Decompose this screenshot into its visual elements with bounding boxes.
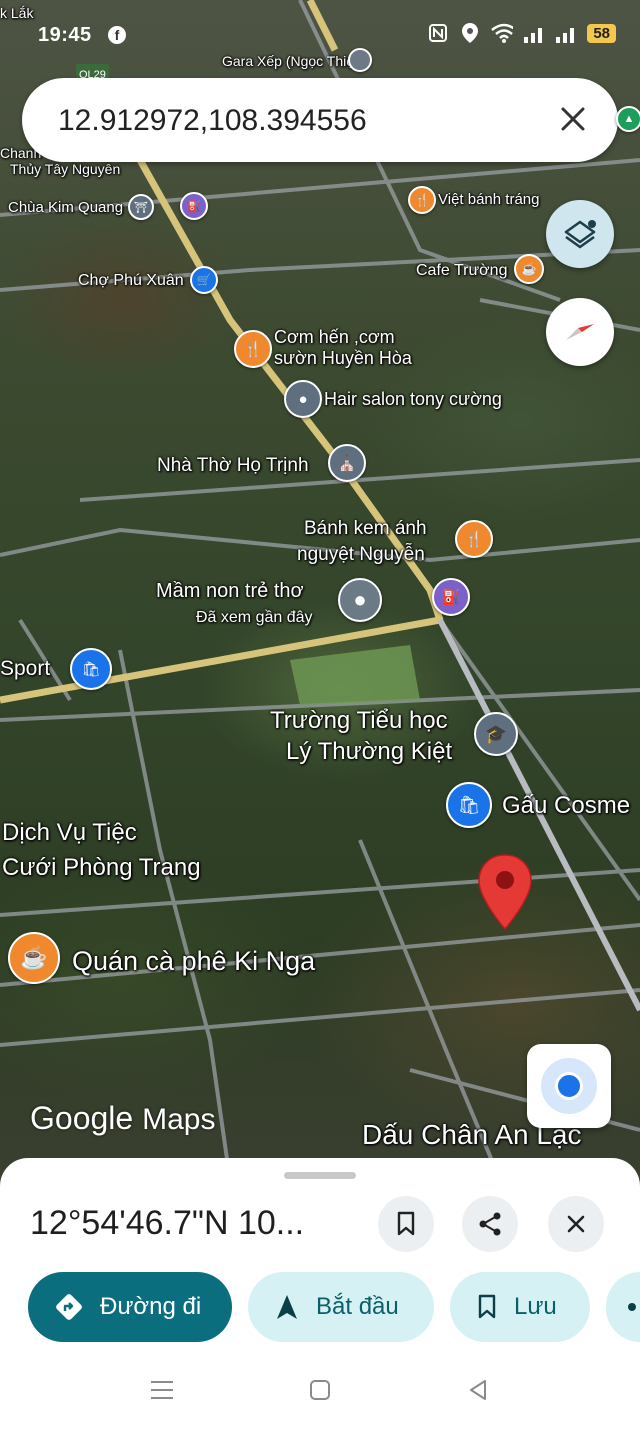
map-label-hair-salon[interactable]: Hair salon tony cường (324, 388, 502, 410)
compass-button[interactable] (546, 298, 614, 366)
gas-station-icon[interactable]: ⛽ (432, 578, 470, 616)
restaurant-icon[interactable]: 🍴 (408, 186, 436, 214)
place-bottom-sheet[interactable]: 12°54'46.7"N 10... Đường đi Bắt đầu Lưu (0, 1158, 640, 1429)
home-square-icon (310, 1380, 330, 1400)
dropped-pin-icon[interactable] (477, 853, 533, 933)
map-view[interactable]: k Lắk QL29 Gara Xếp (Ngọc Thiện) Chanh T… (0, 0, 640, 1180)
map-label-mam-non-sub: Đã xem gần đây (196, 609, 313, 626)
logo-maps-text: Maps (142, 1103, 216, 1136)
map-label-quan-ca-phe[interactable]: Quán cà phê Ki Nga (72, 946, 315, 976)
map-label-com-hen-2[interactable]: sườn Huyền Hòa (274, 347, 412, 369)
compass-icon (566, 324, 594, 340)
map-label-nha-tho[interactable]: Nhà Thờ Họ Trịnh (157, 455, 309, 477)
location-icon (459, 22, 481, 44)
temple-icon[interactable]: ⛩ (128, 194, 154, 220)
status-time: 19:45 (38, 24, 92, 46)
shopping-bag-icon[interactable]: 🛍 (446, 782, 492, 828)
facebook-icon: f (108, 26, 126, 44)
status-icons: 58 (427, 22, 616, 44)
map-label-banh-kem-1[interactable]: Bánh kem ánh (304, 518, 427, 540)
status-bar: 19:45 f 58 (0, 0, 640, 72)
map-label-gau[interactable]: Gấu Cosme (502, 791, 630, 821)
map-label-sport[interactable]: Sport (0, 658, 50, 680)
battery-level: 58 (587, 23, 616, 43)
logo-google-text: Google (30, 1100, 134, 1136)
map-label-cho-phu-xuan[interactable]: Chợ Phú Xuân (78, 270, 184, 292)
shopping-bag-icon[interactable]: 🛍 (70, 648, 112, 690)
cafe-icon[interactable]: ☕ (8, 932, 60, 984)
map-label-banh-kem-2[interactable]: nguyệt Nguyễn (297, 544, 425, 566)
recent-apps-button[interactable] (142, 1370, 182, 1410)
directions-button[interactable]: Đường đi (28, 1272, 232, 1342)
start-button[interactable]: Bắt đầu (248, 1272, 434, 1342)
clear-search-icon[interactable] (556, 102, 590, 136)
gas-station-icon[interactable]: ⛽ (180, 192, 208, 220)
google-maps-logo: Google Maps (30, 1100, 215, 1137)
layers-button[interactable] (546, 200, 614, 268)
share-icon (479, 1212, 501, 1236)
navigation-arrow-icon (277, 1295, 297, 1319)
close-icon (567, 1215, 585, 1233)
map-label-mam-non[interactable]: Mầm non trẻ thơ (156, 580, 304, 602)
start-label: Bắt đầu (316, 1293, 399, 1320)
share-button[interactable] (462, 1196, 518, 1252)
nfc-icon (427, 22, 449, 44)
my-location-button[interactable] (527, 1044, 611, 1128)
home-button[interactable] (300, 1370, 340, 1410)
directions-icon (56, 1294, 82, 1320)
map-marker-edge-icon[interactable]: ▲ (616, 106, 640, 132)
place-coordinates: 12°54'46.7"N 10... (30, 1204, 305, 1242)
directions-label: Đường đi (100, 1293, 202, 1320)
map-label-com-hen-1[interactable]: Cơm hến ,cơm (274, 326, 395, 348)
shopping-cart-icon[interactable]: 🛒 (190, 266, 218, 294)
my-location-icon (555, 1072, 583, 1100)
bookmark-icon (397, 1211, 415, 1236)
back-button[interactable] (458, 1370, 498, 1410)
school-icon[interactable]: 🎓 (474, 712, 518, 756)
restaurant-icon[interactable]: 🍴 (234, 330, 272, 368)
cafe-icon[interactable]: ☕ (514, 254, 544, 284)
map-label-cafe-truong[interactable]: Cafe Trường (416, 260, 507, 282)
close-button[interactable] (548, 1196, 604, 1252)
bookmark-button[interactable] (378, 1196, 434, 1252)
share-partial-icon (628, 1303, 636, 1311)
restaurant-icon[interactable]: 🍴 (455, 520, 493, 558)
map-label-truong-2[interactable]: Lý Thường Kiệt (286, 737, 452, 767)
back-triangle-icon (470, 1380, 486, 1400)
recent-place-icon[interactable]: ● (338, 578, 382, 622)
bookmark-icon (478, 1294, 496, 1319)
map-label-truong-1[interactable]: Trường Tiểu học (270, 706, 448, 736)
place-pin-icon[interactable]: ● (284, 380, 322, 418)
signal-icon (523, 22, 545, 44)
church-icon[interactable]: ⛪ (328, 444, 366, 482)
search-query[interactable]: 12.912972,108.394556 (58, 104, 367, 138)
signal-icon-2 (555, 22, 577, 44)
layers-icon (564, 220, 596, 249)
map-label-dich-vu-2[interactable]: Cưới Phòng Trang (2, 853, 201, 883)
save-button[interactable]: Lưu (450, 1272, 590, 1342)
wifi-icon (491, 22, 514, 44)
menu-icon (151, 1381, 173, 1399)
save-label: Lưu (514, 1293, 557, 1320)
map-label-kim-quang[interactable]: Chùa Kim Quang (8, 197, 123, 219)
map-label-viet-banh-trang[interactable]: Việt bánh tráng (438, 189, 539, 211)
more-actions-chip[interactable] (606, 1272, 640, 1342)
map-label-dich-vu-1[interactable]: Dịch Vụ Tiệc (2, 818, 137, 848)
search-bar[interactable]: 12.912972,108.394556 (22, 78, 618, 162)
sheet-drag-handle[interactable] (284, 1172, 356, 1179)
